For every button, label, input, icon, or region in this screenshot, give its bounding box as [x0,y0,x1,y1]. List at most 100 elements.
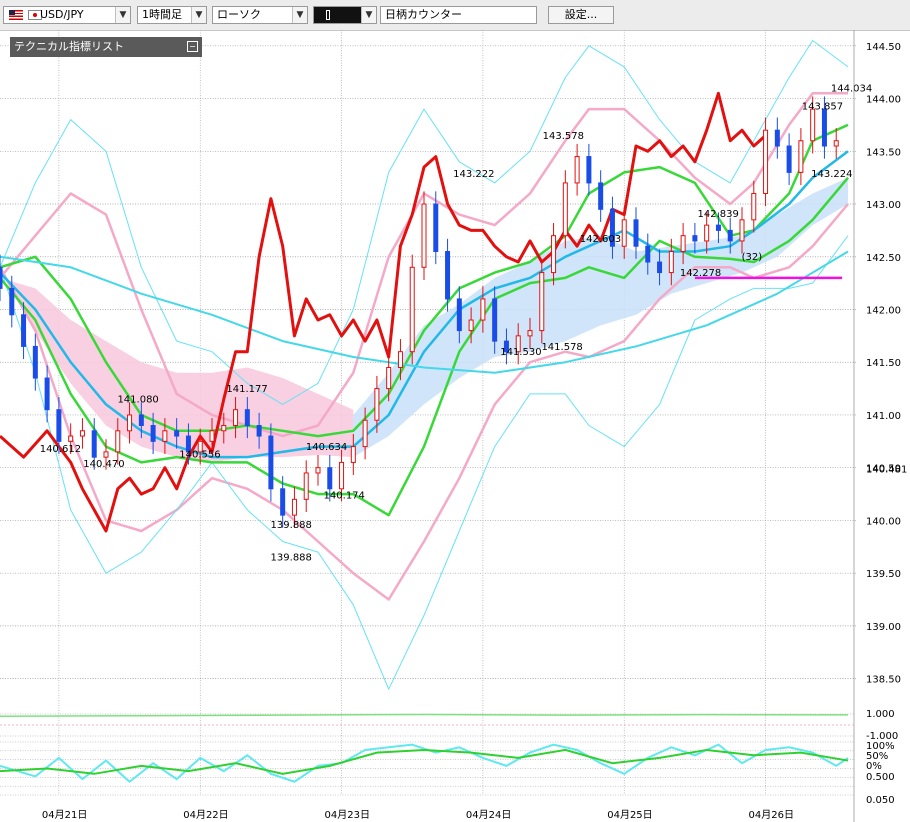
candle [339,461,345,490]
candle [44,377,50,411]
drawing-tool-select[interactable]: ▼ [313,6,377,24]
time-tick-label: 04月23日 [325,809,370,821]
candle [692,235,698,242]
price-axis: 144.50 144.00 143.50 143.00 142.50 142.00 141.… [853,30,907,822]
candle [621,219,627,247]
chevron-down-icon[interactable]: ▼ [191,7,206,23]
currency-pair-label: USD/JPY [40,8,84,21]
candle [480,298,486,321]
price-annotation: 139.888 [271,553,312,564]
candle [150,425,156,442]
series-bb_outer_dn [0,235,849,690]
candle [162,430,168,442]
candle [374,388,380,421]
candle [268,435,274,490]
chart-type-label: ローソク [217,8,261,21]
candle [668,250,674,274]
candle [233,409,239,427]
price-annotation: 140.612 [40,444,81,455]
price-annotation: 141.578 [541,342,582,353]
candle [256,425,262,437]
candle [315,467,321,474]
date-counter-label: 日柄カウンター [385,8,462,21]
candle [739,219,745,242]
price-annotation: 143.857 [802,101,843,112]
price-tick-label: 142.50 [866,253,901,264]
price-chart[interactable]: 144.034 143.857 143.578 143.222 143.224 142.8… [0,30,910,822]
price-annotation: 140.634 [306,442,347,453]
current-price-label: 140.481 [866,465,907,476]
price-annotation: 142.278 [680,268,721,279]
candle [280,488,286,516]
candle [221,425,227,432]
candle [244,409,250,427]
price-annotation: 141.080 [117,395,158,406]
candle [551,235,557,274]
price-annotation: 143.578 [543,131,584,142]
price-tick-label: 138.50 [866,675,901,686]
osc-tick-label: 0.500 [866,772,895,783]
osc2-line [0,748,849,775]
price-tick-label: 141.00 [866,411,901,422]
osc-tick-label: 1.000 [866,709,895,720]
settings-button[interactable]: 設定... [548,6,614,24]
time-tick-label: 04月26日 [749,809,794,821]
candle [774,129,780,147]
candle [645,245,651,263]
candle [704,224,710,242]
candle [657,261,663,274]
chart-type-select[interactable]: ローソク ▼ [212,6,308,24]
price-annotation: 140.174 [324,491,365,502]
candle [751,192,757,221]
candle [79,430,85,437]
candle [763,129,769,194]
candle [633,219,639,247]
us-flag-icon [9,10,23,20]
time-tick-label: 04月24日 [466,809,511,821]
chevron-down-icon[interactable]: ▼ [115,7,130,23]
chevron-down-icon[interactable]: ▼ [361,7,376,23]
candle [174,430,180,437]
technical-indicator-list[interactable]: テクニカル指標リスト − [10,37,202,57]
candle [115,430,121,453]
candle [91,430,97,458]
oscillator-panel [0,713,854,796]
price-annotation: (32) [742,252,763,263]
candle [456,298,462,332]
price-tick-label: 143.00 [866,200,901,211]
date-counter-field[interactable]: 日柄カウンター [380,6,537,24]
price-tick-label: 144.00 [866,95,901,106]
price-tick-label: 140.00 [866,516,901,527]
candle [821,108,827,147]
time-axis: 04月21日 04月22日 04月23日 04月24日 04月25日 04月26日 [42,809,794,821]
candle [586,156,592,184]
candle [527,330,533,337]
candle [468,319,474,332]
timeframe-label: 1時間足 [142,8,182,21]
candle [397,351,403,368]
candle [492,298,498,342]
candle [715,224,721,231]
price-annotation: 141.530 [500,347,541,358]
price-annotation: 142.603 [580,234,621,245]
candle [833,140,839,147]
candle [350,446,356,463]
price-annotation: 143.222 [453,169,494,180]
price-tick-label: 143.50 [866,147,901,158]
currency-pair-select[interactable]: USD/JPY ▼ [3,6,131,24]
chevron-down-icon[interactable]: ▼ [292,7,307,23]
candle [9,287,15,316]
candle [562,182,568,237]
toolbar: USD/JPY ▼ 1時間足 ▼ ローソク ▼ ▼ 日柄カウンター 設定... [0,0,910,31]
time-tick-label: 04月25日 [607,809,652,821]
indicator-list-title: テクニカル指標リスト [14,40,124,53]
timeframe-select[interactable]: 1時間足 ▼ [137,6,207,24]
candle [680,235,686,252]
minimize-icon[interactable]: − [187,41,198,52]
candle [445,250,451,300]
price-annotation: 142.839 [698,209,739,220]
candle [810,108,816,142]
candle [598,182,604,210]
candle [103,451,109,458]
candle [209,430,215,442]
